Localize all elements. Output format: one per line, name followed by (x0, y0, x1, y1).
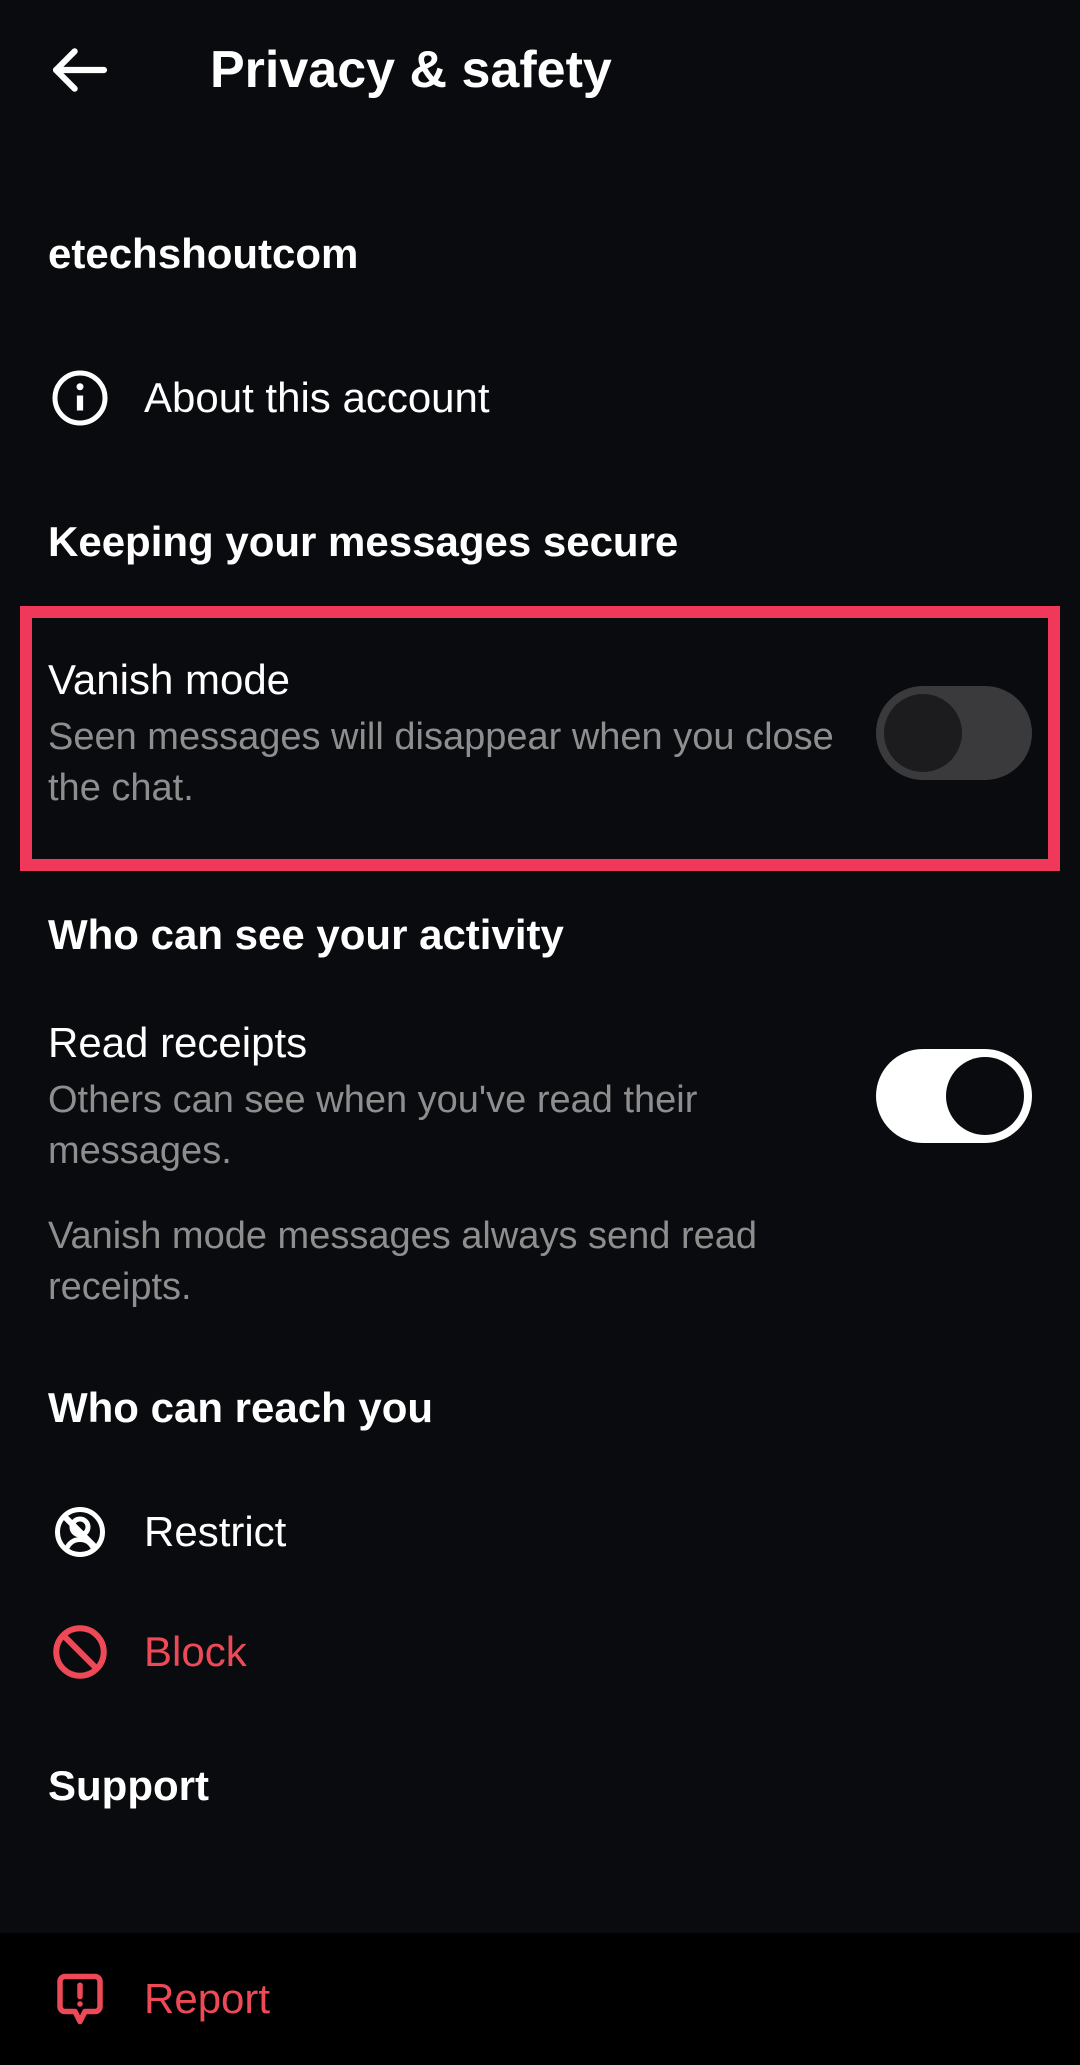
about-account-label: About this account (144, 374, 490, 422)
secure-section-header: Keeping your messages secure (48, 518, 1032, 566)
vanish-mode-highlight: Vanish mode Seen messages will disappear… (20, 606, 1060, 871)
back-button[interactable] (40, 30, 120, 110)
support-section-header: Support (48, 1762, 1032, 1810)
info-icon (50, 368, 110, 428)
about-account-row[interactable]: About this account (48, 338, 1032, 458)
read-receipts-row: Read receipts Others can see when you've… (48, 999, 1032, 1334)
restrict-row[interactable]: Restrict (48, 1472, 1032, 1592)
block-label: Block (144, 1628, 247, 1676)
read-receipts-title: Read receipts (48, 1019, 836, 1067)
reach-section-header: Who can reach you (48, 1384, 1032, 1432)
activity-section-header: Who can see your activity (48, 911, 1032, 959)
vanish-mode-desc: Seen messages will disappear when you cl… (48, 712, 836, 815)
read-receipts-desc1: Others can see when you've read their me… (48, 1075, 836, 1178)
content: etechshoutcom About this account Keeping… (0, 230, 1080, 1810)
vanish-mode-toggle[interactable] (876, 686, 1032, 780)
page-title: Privacy & safety (210, 40, 612, 100)
footer-bar: Report (0, 1933, 1080, 2065)
report-label: Report (144, 1975, 270, 2023)
vanish-mode-row: Vanish mode Seen messages will disappear… (48, 636, 1032, 835)
report-icon (50, 1969, 110, 2029)
read-receipts-desc2: Vanish mode messages always send read re… (48, 1211, 836, 1314)
toggle-knob (884, 694, 962, 772)
toggle-knob (946, 1057, 1024, 1135)
restrict-icon (50, 1502, 110, 1562)
read-receipts-toggle[interactable] (876, 1049, 1032, 1143)
report-row[interactable]: Report (48, 1967, 1032, 2031)
arrow-left-icon (48, 38, 112, 102)
account-username: etechshoutcom (48, 230, 1032, 278)
restrict-label: Restrict (144, 1508, 286, 1556)
block-row[interactable]: Block (48, 1592, 1032, 1712)
block-icon (50, 1622, 110, 1682)
vanish-mode-title: Vanish mode (48, 656, 836, 704)
app-header: Privacy & safety (0, 0, 1080, 150)
